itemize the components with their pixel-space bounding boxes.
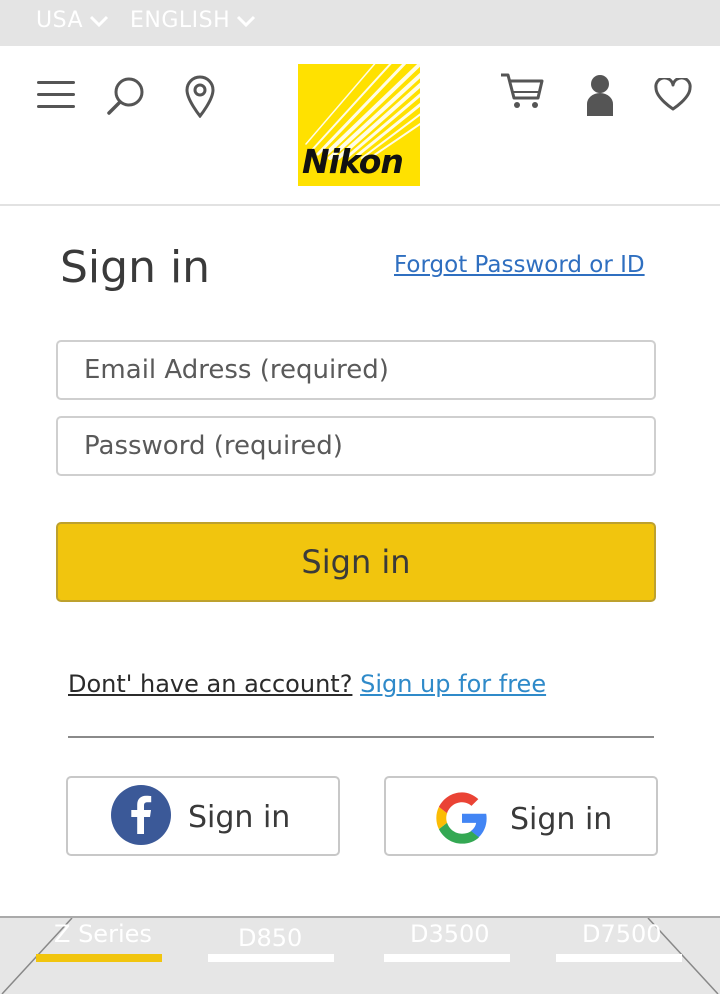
google-signin-button[interactable]: Sign in [384, 776, 658, 856]
tab-label: Z Series [54, 920, 152, 948]
page-title: Sign in [60, 242, 211, 293]
google-signin-label: Sign in [510, 802, 613, 837]
country-selector[interactable]: USA [36, 8, 109, 33]
facebook-signin-label: Sign in [188, 800, 291, 835]
signup-link[interactable]: Sign up for free [360, 670, 546, 698]
tab-label: D850 [238, 924, 303, 952]
forgot-password-link[interactable]: Forgot Password or ID [394, 252, 645, 278]
google-icon [436, 792, 487, 844]
divider [68, 736, 654, 738]
tab-indicator [556, 954, 682, 962]
tab-label: D3500 [410, 920, 490, 948]
tab-indicator-active [36, 954, 162, 962]
top-bar: USA ENGLISH [0, 0, 720, 46]
product-nav: Z Series D850 D3500 D7500 [0, 916, 720, 994]
location-pin-icon[interactable] [184, 74, 216, 118]
tab-indicator [384, 954, 510, 962]
tab-indicator [208, 954, 334, 962]
chevron-down-icon [237, 15, 256, 27]
menu-icon[interactable] [36, 80, 76, 110]
facebook-signin-button[interactable]: Sign in [66, 776, 340, 856]
signup-prompt: Dont' have an account? Sign up for free [68, 670, 546, 698]
nikon-logo[interactable]: Nikon [298, 64, 420, 186]
search-icon[interactable] [106, 76, 146, 116]
password-field[interactable] [56, 416, 656, 476]
email-field[interactable] [56, 340, 656, 400]
signin-button[interactable]: Sign in [56, 522, 656, 602]
site-header: Nikon [0, 46, 720, 206]
tab-label: D7500 [582, 920, 662, 948]
country-label: USA [36, 8, 84, 33]
logo-wordmark: Nikon [302, 142, 404, 181]
language-selector[interactable]: ENGLISH [130, 8, 256, 33]
chevron-down-icon [89, 15, 109, 27]
user-icon[interactable] [584, 74, 616, 116]
cart-icon[interactable] [500, 72, 544, 110]
no-account-text: Dont' have an account? [68, 670, 353, 698]
facebook-icon [111, 785, 171, 845]
heart-icon[interactable] [654, 78, 692, 112]
language-label: ENGLISH [130, 8, 231, 33]
